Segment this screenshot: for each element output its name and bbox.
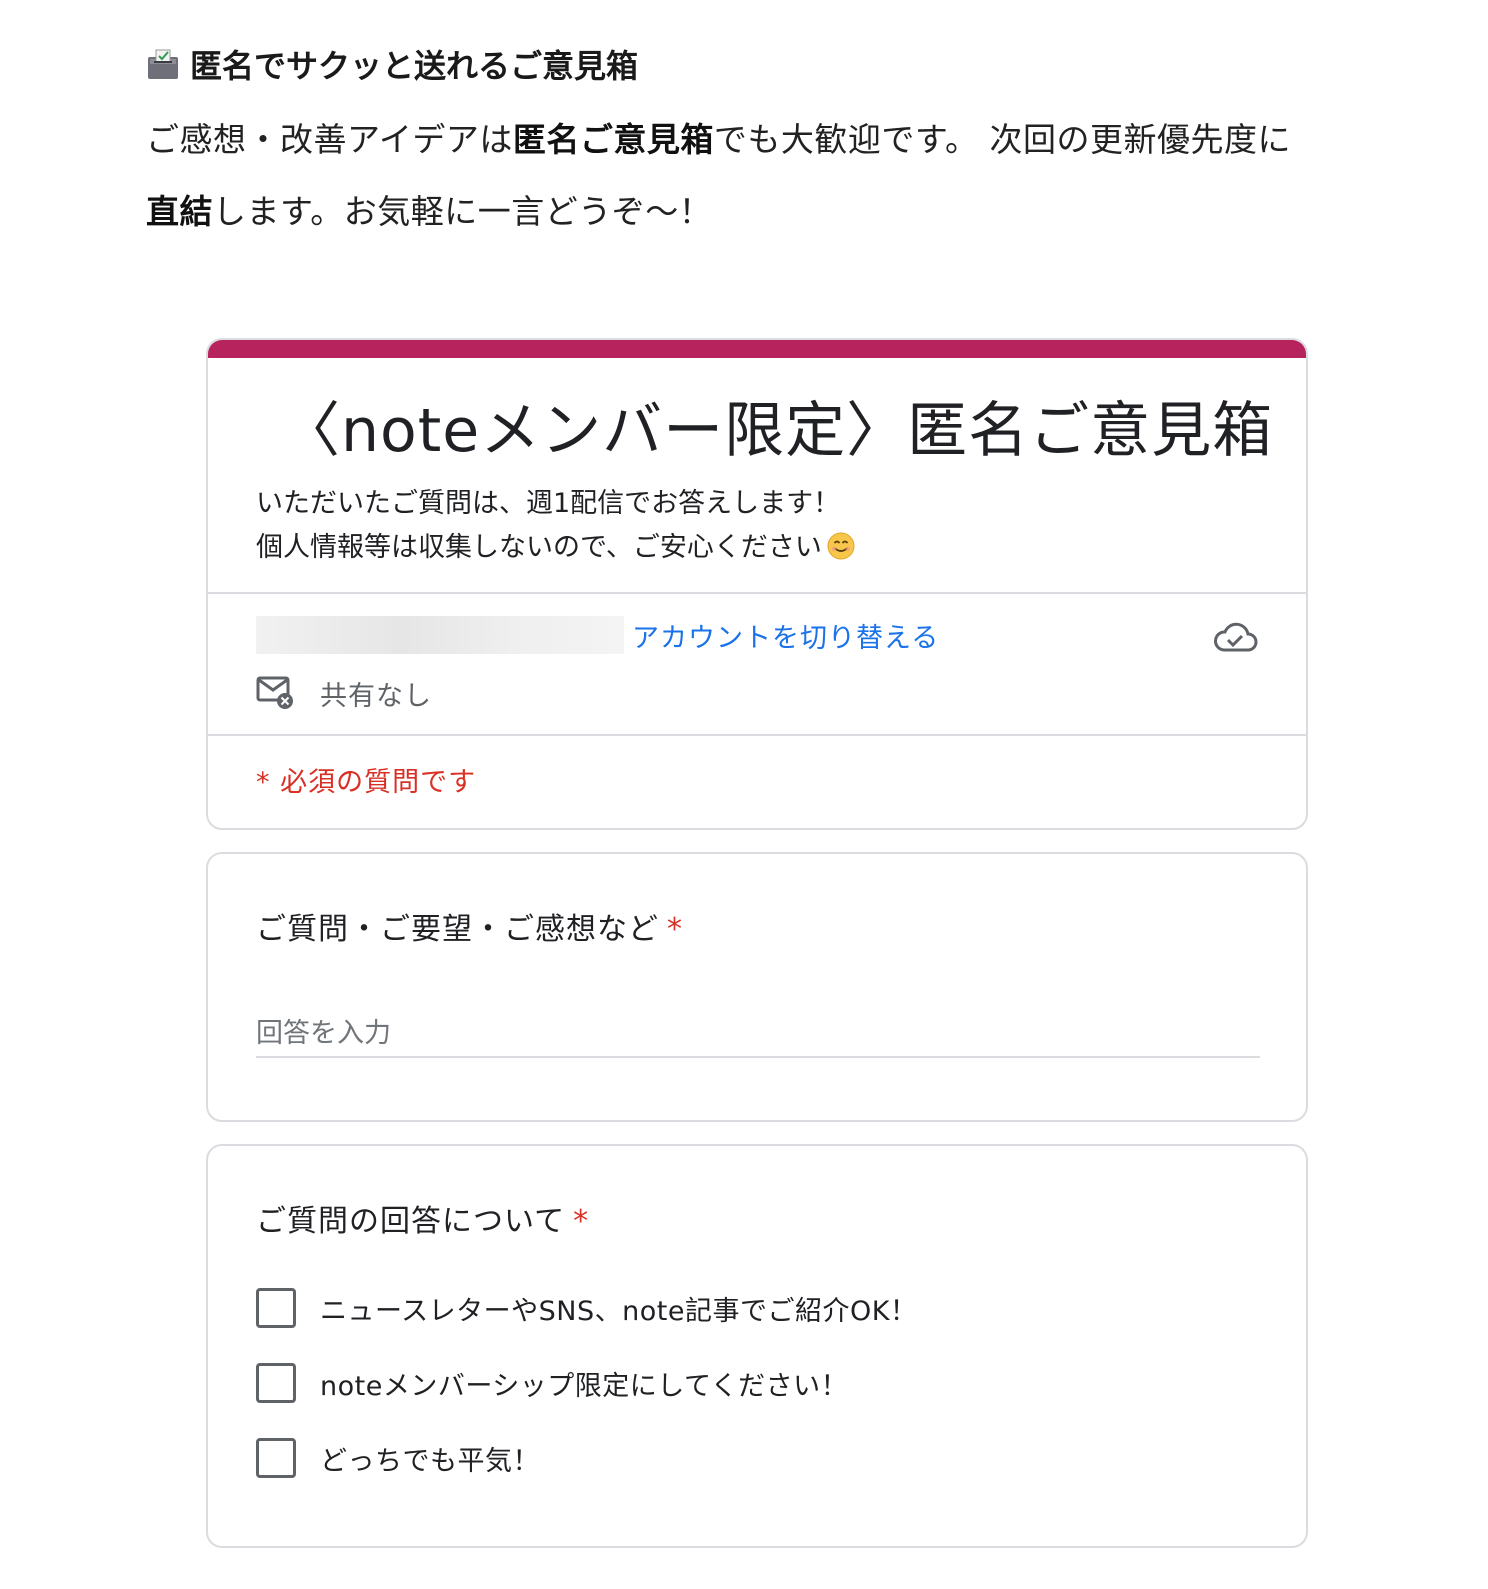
question-card-answer-preference: ご質問の回答について * ニュースレターやSNS、note記事でご紹介OK！ no… (206, 1144, 1308, 1548)
intro-text-2: でも大歓迎です。 次回の更新優先度に (713, 120, 1292, 159)
form-description-line-1: いただいたご質問は、週1配信でお答えします！ (256, 488, 841, 519)
question-card-feedback: ご質問・ご要望・ご感想など * (206, 852, 1308, 1122)
question-label-text: ご質問の回答について (256, 1204, 566, 1239)
form-description-line-2-text: 個人情報等は収集しないので、ご安心ください (256, 532, 822, 563)
required-asterisk: * (573, 1204, 590, 1239)
required-asterisk: * (667, 912, 683, 947)
intro-text-1: ご感想・改善アイデアは (146, 120, 513, 159)
checkbox-label: どっちでも平気！ (320, 1445, 540, 1477)
form-accent-bar (208, 340, 1306, 358)
question-label: ご質問・ご要望・ご感想など * (256, 904, 683, 948)
answer-input[interactable] (256, 1010, 1260, 1058)
blurred-account-email (256, 616, 624, 654)
divider (208, 592, 1306, 594)
form-description-line-2: 個人情報等は収集しないので、ご安心ください (256, 526, 856, 570)
checkbox-option-membership-only[interactable]: noteメンバーシップ限定にしてください！ (256, 1363, 917, 1403)
intro-bold-2: 直結 (146, 192, 213, 231)
article-section: 匿名でサクッと送れるご意見箱 ご感想・改善アイデアは匿名ご意見箱でも大歓迎です。… (146, 38, 1406, 248)
form-header-card: 〈noteメンバー限定〉匿名ご意見箱 いただいたご質問は、週1配信でお答えします… (206, 338, 1308, 830)
checkbox[interactable] (256, 1363, 296, 1403)
question-label: ご質問の回答について * (256, 1196, 589, 1240)
mail-not-shared-icon (256, 674, 296, 710)
checkbox[interactable] (256, 1438, 296, 1478)
section-heading-text: 匿名でサクッと送れるご意見箱 (190, 47, 639, 85)
switch-account-link[interactable]: アカウントを切り替える (632, 616, 939, 655)
checkbox[interactable] (256, 1288, 296, 1328)
required-question-note: * 必須の質問です (256, 767, 477, 798)
checkbox-options: ニュースレターやSNS、note記事でご紹介OK！ noteメンバーシップ限定に… (256, 1288, 917, 1513)
checkbox-label: noteメンバーシップ限定にしてください！ (320, 1370, 849, 1402)
question-label-text: ご質問・ご要望・ご感想など (256, 912, 659, 947)
checkbox-option-introduce-ok[interactable]: ニュースレターやSNS、note記事でご紹介OK！ (256, 1288, 917, 1328)
intro-text-3: します。お気軽に一言どうぞ〜！ (213, 192, 713, 231)
divider (208, 734, 1306, 736)
checkbox-label: ニュースレターやSNS、note記事でご紹介OK！ (320, 1295, 918, 1327)
not-shared-label: 共有なし (320, 681, 432, 712)
checkbox-option-either[interactable]: どっちでも平気！ (256, 1438, 917, 1478)
form-title: 〈noteメンバー限定〉匿名ご意見箱 (280, 396, 1274, 466)
section-heading: 匿名でサクッと送れるご意見箱 (146, 38, 1406, 90)
cloud-saved-icon[interactable] (1212, 620, 1258, 656)
smiling-face-icon (826, 531, 856, 561)
intro-bold-1: 匿名ご意見箱 (512, 120, 714, 159)
form-description: いただいたご質問は、週1配信でお答えします！ 個人情報等は収集しないので、ご安心… (256, 482, 856, 570)
ballot-box-icon (146, 47, 180, 81)
intro-paragraph: ご感想・改善アイデアは匿名ご意見箱でも大歓迎です。 次回の更新優先度に直結します… (146, 104, 1406, 248)
